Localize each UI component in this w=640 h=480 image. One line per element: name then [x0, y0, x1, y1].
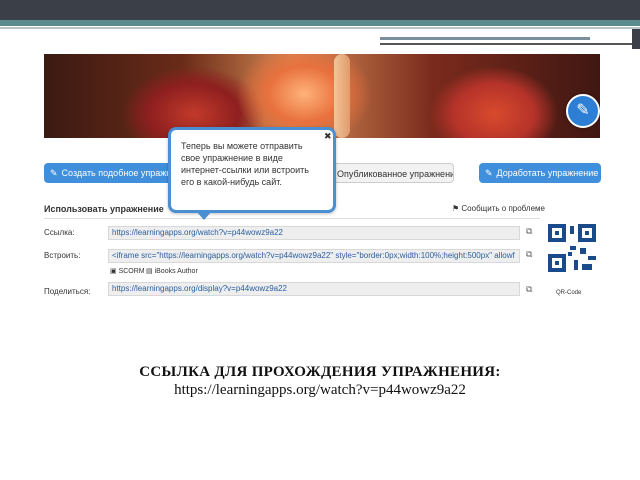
finish-label: Доработать упражнение: [496, 168, 599, 178]
share-label: Поделиться:: [44, 287, 91, 296]
book-icon: ▤: [146, 268, 153, 275]
finish-exercise-button[interactable]: ✎ Доработать упражнение: [479, 163, 601, 183]
copy-icon[interactable]: ⧉: [526, 226, 532, 237]
slide-corner-right-decoration: [632, 29, 640, 49]
link-label: Ссылка:: [44, 228, 75, 237]
scorm-download-link[interactable]: ▣ SCORM: [110, 267, 145, 275]
qr-code-label: QR-Code: [556, 290, 582, 296]
edit-icon: ✎: [50, 168, 58, 178]
share-field[interactable]: https://learningapps.org/display?v=p44wo…: [108, 282, 520, 296]
ibooks-label: iBooks Author: [154, 268, 198, 275]
qr-code[interactable]: [548, 224, 596, 272]
download-icon: ▣: [110, 268, 117, 275]
copy-icon[interactable]: ⧉: [526, 249, 532, 260]
slide-corner-decoration-bar: [380, 37, 590, 40]
slide-top-bar: [0, 0, 640, 20]
exercise-banner-image: ✎: [44, 54, 600, 138]
section-divider: [44, 218, 540, 219]
banner-image-detail: [334, 54, 350, 138]
tooltip-pointer: [196, 211, 212, 220]
link-field[interactable]: https://learningapps.org/watch?v=p44wowz…: [108, 226, 520, 240]
create-similar-button[interactable]: ✎Создать подобное упражнение: [44, 163, 174, 183]
slide-accent-stripe: [0, 20, 640, 26]
flag-icon: ⚑: [452, 204, 460, 213]
scorm-label: SCORM: [118, 268, 145, 275]
report-problem-label: Сообщить о проблеме: [461, 204, 545, 213]
create-similar-label: Создать подобное упражнение: [61, 168, 174, 178]
share-tooltip: Теперь вы можете отправить свое упражнен…: [168, 127, 336, 213]
ibooks-download-link[interactable]: ▤ iBooks Author: [146, 267, 198, 275]
tooltip-text: Теперь вы можете отправить свое упражнен…: [181, 141, 309, 187]
caption-url[interactable]: https://learningapps.org/watch?v=p44wowz…: [0, 382, 640, 399]
published-exercise-button[interactable]: Опубликованное упражнение: [330, 163, 454, 183]
caption-title: ССЫЛКА ДЛЯ ПРОХОЖДЕНИЯ УПРАЖНЕНИЯ:: [139, 364, 501, 380]
section-title: Использовать упражнение: [44, 204, 164, 214]
pencil-icon: ✎: [485, 168, 493, 178]
copy-icon[interactable]: ⧉: [526, 284, 532, 295]
embed-label: Встроить:: [44, 251, 81, 260]
edit-exercise-button[interactable]: ✎: [566, 94, 600, 128]
published-label: Опубликованное упражнение: [337, 169, 454, 179]
pencil-check-icon: ✎: [576, 102, 590, 119]
embed-code-field[interactable]: <iframe src="https://learningapps.org/wa…: [108, 249, 520, 263]
close-icon[interactable]: ✖: [324, 131, 332, 142]
report-problem-link[interactable]: ⚑ Сообщить о проблеме: [452, 204, 545, 213]
